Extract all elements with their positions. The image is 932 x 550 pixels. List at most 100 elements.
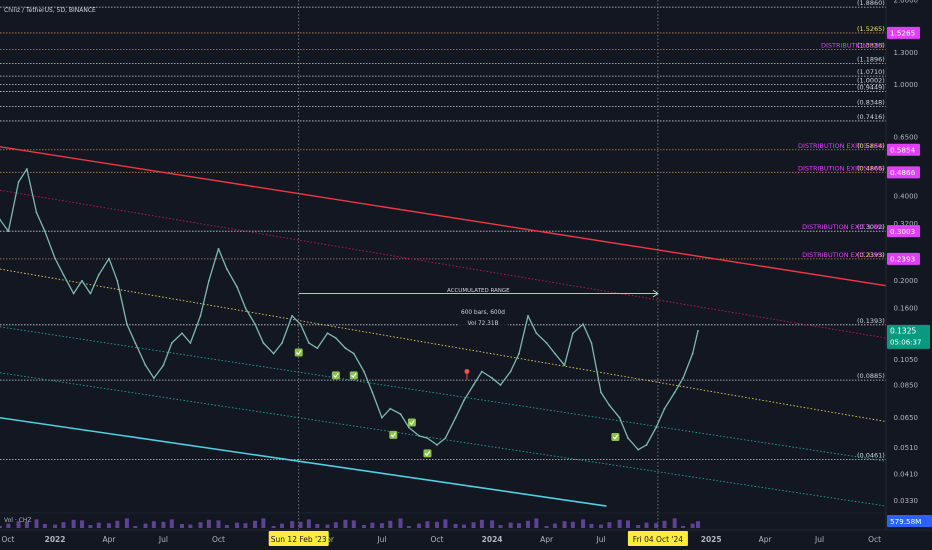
price-point <box>316 347 319 350</box>
fib-label: (0.9449) <box>857 83 885 91</box>
volume-bar <box>672 518 677 528</box>
volume-bar <box>206 519 211 528</box>
volume-bar <box>534 518 539 528</box>
volume-bar <box>261 518 266 528</box>
volume-bar <box>34 519 39 528</box>
time-tick-label: Oct <box>212 535 225 544</box>
price-point <box>545 342 548 344</box>
price-axis[interactable]: 2.00001.30001.00000.65000.40000.32000.20… <box>885 0 932 550</box>
price-tick-label: 0.0850 <box>894 382 919 390</box>
volume-bar <box>16 521 21 528</box>
volume-bar <box>279 523 284 528</box>
volume-bar <box>88 525 93 528</box>
price-point <box>208 279 210 282</box>
price-point <box>272 352 275 355</box>
distribution-label: DISTRIBUTION EXIT 1-5% <box>802 223 884 231</box>
price-point <box>371 391 374 394</box>
price-point <box>426 437 429 440</box>
price-point <box>162 364 165 367</box>
volume-bar <box>589 524 594 528</box>
price-tick-label: 1.0000 <box>894 81 919 89</box>
price-point <box>673 391 676 394</box>
volume-bar <box>198 522 203 528</box>
volume-bar <box>306 519 311 528</box>
volume-bar <box>333 522 338 528</box>
volume-bar <box>188 524 193 528</box>
price-point <box>600 391 602 394</box>
volume-bar <box>53 524 58 528</box>
volume-bar <box>351 520 356 528</box>
volume-value: 579.58M <box>890 517 921 526</box>
chart-background <box>0 0 932 550</box>
volume-bar <box>271 526 276 528</box>
checkmark-icon <box>407 418 416 427</box>
volume-bar <box>106 523 111 528</box>
time-tick-label: Oct <box>2 535 15 544</box>
price-point <box>381 416 383 419</box>
volume-bar <box>298 521 303 528</box>
price-point <box>407 426 410 429</box>
price-point <box>134 342 137 344</box>
volume-bar <box>71 519 76 528</box>
volume-bar <box>388 520 393 528</box>
price-point <box>481 370 483 373</box>
volume-bar <box>379 523 384 528</box>
price-point <box>691 352 694 355</box>
price-point <box>582 323 584 326</box>
price-point <box>97 273 100 276</box>
price-point <box>618 416 621 419</box>
volume-bar <box>224 525 229 528</box>
volume-bar <box>562 521 567 528</box>
volume-bar <box>453 524 458 528</box>
price-point <box>682 377 684 379</box>
time-tick-label: Jul <box>158 535 168 544</box>
price-point <box>291 314 294 317</box>
fib-label: (1.1896) <box>857 55 885 63</box>
distribution-label: DISTRIBUTION EXIT 1-5% <box>802 251 884 259</box>
volume-bar <box>253 520 258 528</box>
chart-canvas[interactable]: (1.8860)(1.5265)(1.3336)(1.1896)(1.0710)… <box>0 0 932 550</box>
fib-label: (0.1393) <box>857 317 885 325</box>
time-tick-label: Jul <box>376 535 386 544</box>
price-point <box>152 377 155 379</box>
volume-bar <box>96 522 101 528</box>
volume-bar <box>607 522 612 528</box>
time-tick-label: Apr <box>540 535 554 544</box>
volume-bar <box>343 519 348 528</box>
price-point <box>81 279 83 282</box>
cursor-date-label: Sun 12 Feb '23 <box>271 535 327 544</box>
volume-bar <box>681 526 686 528</box>
volume-bar <box>690 523 695 528</box>
volume-bar <box>599 524 604 528</box>
time-tick-label: 2022 <box>45 535 66 544</box>
price-point <box>262 342 265 344</box>
price-point <box>334 337 337 339</box>
accumulated-range-label: ACCUMULATED RANGE <box>447 288 510 294</box>
price-point <box>418 435 420 437</box>
volume-bar <box>654 523 659 528</box>
fib-label: (1.8860) <box>857 0 885 7</box>
price-point <box>572 332 574 335</box>
volume-bar <box>370 522 375 528</box>
symbol-title: Chiliz / TetherUS, 5D, BINANCE <box>4 7 96 14</box>
volume-bar <box>443 519 448 528</box>
price-point <box>126 323 128 326</box>
fib-label: (0.0461) <box>857 452 885 460</box>
time-axis[interactable]: Oct2022AprJulOctAprJulOct2024AprJul2025A… <box>0 529 932 550</box>
price-point <box>472 384 475 386</box>
volume-bar <box>625 520 630 528</box>
fib-label: (0.0885) <box>857 372 885 380</box>
price-tick-label: 1.3000 <box>894 49 919 57</box>
volume-bar <box>498 525 503 528</box>
volume-bar <box>216 520 221 528</box>
price-point <box>189 342 192 344</box>
price-point <box>326 332 329 335</box>
volume-bar <box>508 522 513 528</box>
time-tick-label: Oct <box>431 535 444 544</box>
volume-bar <box>435 521 440 528</box>
price-point <box>399 413 402 415</box>
cursor-date-label: Fri 04 Oct '24 <box>633 535 683 544</box>
volume-bar <box>143 523 148 528</box>
price-point <box>344 347 347 350</box>
price-point <box>199 314 202 317</box>
